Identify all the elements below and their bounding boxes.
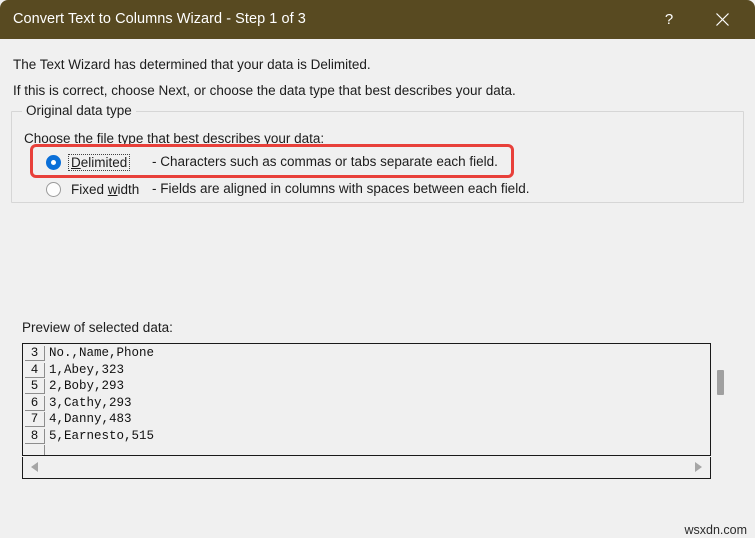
preview-horizontal-scrollbar[interactable] — [22, 457, 711, 479]
text-to-columns-wizard-dialog: Convert Text to Columns Wizard - Step 1 … — [0, 0, 755, 538]
title-bar: Convert Text to Columns Wizard - Step 1 … — [0, 0, 755, 39]
intro-line-2: If this is correct, choose Next, or choo… — [13, 83, 516, 98]
preview-row-number: . — [25, 445, 45, 455]
preview-row-text: 1,Abey,323 — [49, 362, 125, 377]
scroll-right-arrow-icon[interactable] — [695, 462, 702, 472]
radio-fixed-width[interactable]: Fixed width — [46, 178, 141, 200]
radio-fixed-width-indicator[interactable] — [46, 181, 61, 197]
question-mark-icon: ? — [664, 11, 674, 28]
radio-fixed-width-label: Fixed width — [71, 181, 140, 197]
preview-row-blank: . — [23, 445, 710, 455]
intro-line-1: The Text Wizard has determined that your… — [13, 57, 371, 72]
radio-delimited-indicator[interactable] — [46, 154, 61, 170]
preview-row: 8 5,Earnesto,515 — [23, 428, 710, 446]
preview-pane[interactable]: 3 No.,Name,Phone 4 1,Abey,323 5 2,Boby,2… — [22, 343, 711, 456]
radio-delimited-label: Delimited — [67, 153, 131, 171]
dialog-body: The Text Wizard has determined that your… — [0, 39, 755, 538]
preview-row-number: 5 — [25, 379, 45, 394]
preview-row-text: No.,Name,Phone — [49, 346, 155, 360]
preview-row-number: 6 — [25, 395, 45, 411]
file-type-prompt: Choose the file type that best describes… — [24, 131, 325, 146]
preview-row: 6 3,Cathy,293 — [23, 395, 710, 413]
help-button[interactable]: ? — [646, 0, 692, 39]
preview-row-number: 8 — [25, 428, 45, 444]
preview-row-number: 3 — [25, 346, 45, 361]
close-icon — [715, 12, 730, 27]
radio-fixed-width-description: - Fields are aligned in columns with spa… — [152, 181, 530, 196]
preview-row-text: 2,Boby,293 — [49, 379, 125, 393]
preview-row-text: 4,Danny,483 — [49, 412, 132, 426]
radio-delimited[interactable]: Delimited — [46, 151, 131, 173]
preview-row: 3 No.,Name,Phone — [23, 346, 710, 363]
close-button[interactable] — [699, 0, 745, 39]
preview-row-number: 4 — [25, 362, 45, 378]
scroll-left-arrow-icon[interactable] — [31, 462, 38, 472]
preview-row-text: 3,Cathy,293 — [49, 395, 132, 410]
preview-row: 5 2,Boby,293 — [23, 379, 710, 396]
preview-row: 7 4,Danny,483 — [23, 412, 710, 429]
original-data-type-legend: Original data type — [22, 103, 136, 118]
preview-row-text: 5,Earnesto,515 — [49, 428, 155, 443]
watermark: wsxdn.com — [684, 523, 747, 537]
preview-row: 4 1,Abey,323 — [23, 362, 710, 380]
radio-delimited-description: - Characters such as commas or tabs sepa… — [152, 154, 498, 169]
preview-rows: 3 No.,Name,Phone 4 1,Abey,323 5 2,Boby,2… — [23, 346, 710, 455]
preview-label: Preview of selected data: — [22, 320, 173, 335]
preview-row-number: 7 — [25, 412, 45, 427]
window-title: Convert Text to Columns Wizard - Step 1 … — [13, 11, 306, 27]
preview-vertical-scrollbar-thumb[interactable] — [717, 370, 724, 395]
